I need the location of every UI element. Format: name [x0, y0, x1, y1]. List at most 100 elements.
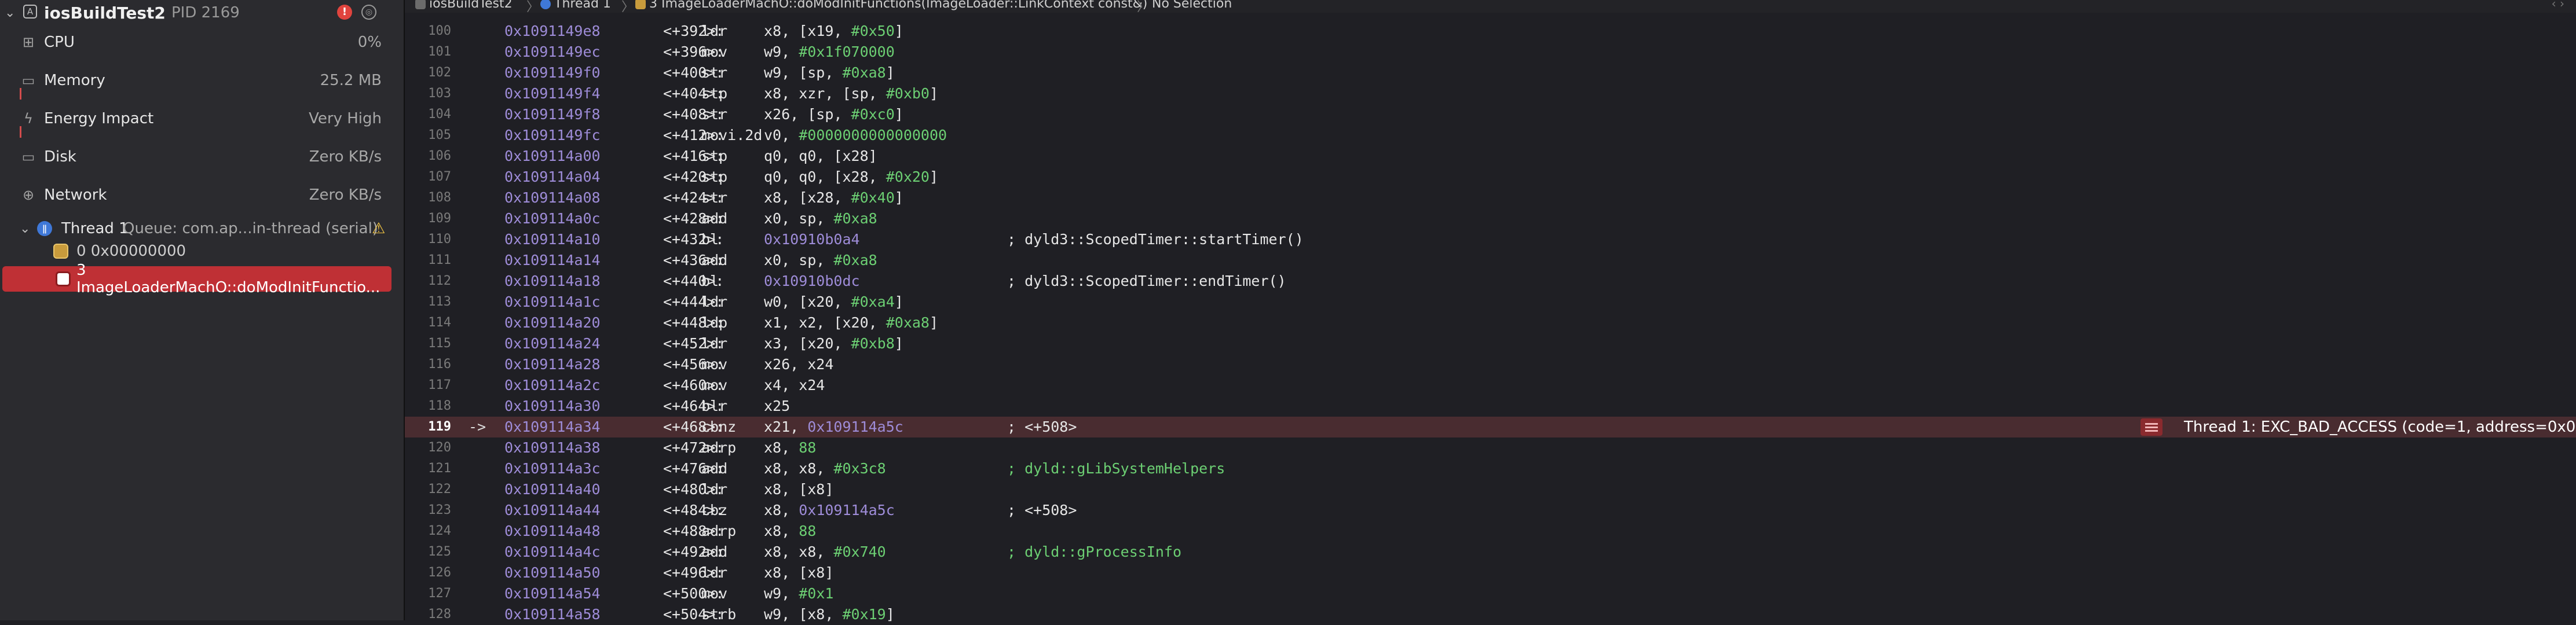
- process-row[interactable]: ⌄ A iosBuildTest2 PID 2169 ! ◎: [0, 1, 404, 24]
- gauge-value: 25.2 MB: [320, 72, 382, 89]
- network-icon: ⊕: [22, 187, 35, 203]
- instruction-address: 0x109114a18: [504, 273, 601, 289]
- operand-part: #0x3c8: [833, 460, 886, 477]
- operand-part: q0, q0, [x28,: [764, 168, 886, 185]
- disassembly-line[interactable]: 102 0x1091149f0 <+400>: str w9, [sp, #0xa8]: [405, 62, 2576, 83]
- instruction-address: 0x1091149ec: [504, 43, 601, 60]
- instruction-operands: 0x10910b0a4: [764, 229, 860, 250]
- disassembly-line[interactable]: 107 0x109114a04 <+420>: stp q0, q0, [x28, #0…: [405, 167, 2576, 188]
- jumpbar-nav-arrows-icon[interactable]: ‹ ›: [2552, 0, 2564, 10]
- disassembly-line[interactable]: 118 0x109114a30 <+464>: blr x25: [405, 396, 2576, 417]
- instruction-operands: q0, q0, [x28]: [764, 146, 877, 167]
- operand-part: #0xb8: [851, 335, 895, 352]
- jumpbar-label: Thread 1: [554, 0, 611, 11]
- error-badge-icon[interactable]: !: [337, 5, 352, 20]
- jumpbar-label: 3 ImageLoaderMachO::doModInitFunctions(I…: [649, 0, 1148, 11]
- disassembly-line[interactable]: 105 0x1091149fc <+412>: movi.2d v0, #0000000…: [405, 125, 2576, 146]
- operand-part: ]: [929, 168, 939, 185]
- exception-badge-icon[interactable]: [2140, 418, 2162, 436]
- operand-part: ]: [885, 64, 895, 81]
- disassembly-line[interactable]: 114 0x109114a20 <+448>: ldp x1, x2, [x20, #0…: [405, 312, 2576, 333]
- disassembly-line[interactable]: 124 0x109114a48 <+488>: adrp x8, 88: [405, 521, 2576, 542]
- operand-part: x8,: [764, 439, 799, 456]
- operand-part: x26, x24: [764, 356, 834, 373]
- instruction-mnemonic: add: [701, 252, 728, 269]
- jumpbar-item-thread[interactable]: Thread 1: [540, 0, 611, 11]
- instruction-mnemonic: ldr: [701, 23, 728, 39]
- instruction-mnemonic: str: [701, 64, 728, 81]
- chevron-down-icon[interactable]: ⌄: [5, 6, 15, 20]
- instruction-address: 0x109114a2c: [504, 377, 601, 394]
- instruction-mnemonic: mov: [701, 585, 728, 602]
- instruction-operands: x26, [sp, #0xc0]: [764, 104, 903, 125]
- instruction-mnemonic: str: [701, 189, 728, 206]
- disassembly-line[interactable]: 128 0x109114a58 <+504>: strb w9, [x8, #0x19]: [405, 604, 2576, 625]
- disassembly-line[interactable]: 121 0x109114a3c <+476>: add x8, x8, #0x3c8; …: [405, 458, 2576, 479]
- instruction-address: 0x109114a20: [504, 314, 601, 331]
- disassembly-line[interactable]: 120 0x109114a38 <+472>: adrp x8, 88: [405, 438, 2576, 458]
- disassembly-line[interactable]: 116 0x109114a28 <+456>: mov x26, x24: [405, 354, 2576, 375]
- instruction-address: 0x109114a24: [504, 335, 601, 352]
- thread-icon: [540, 0, 551, 9]
- disassembly-line[interactable]: 112 0x109114a18 <+440>: bl 0x10910b0dc; dyld…: [405, 271, 2576, 292]
- operand-part: x26, [sp,: [764, 106, 851, 123]
- instruction-mnemonic: add: [701, 210, 728, 227]
- jumpbar-label: iosBuildTest2: [429, 0, 513, 11]
- line-number: 113: [428, 295, 451, 309]
- instruction-address: 0x109114a40: [504, 481, 601, 498]
- gauge-network[interactable]: ⊕ Network Zero KB/s: [0, 179, 404, 211]
- line-number: 108: [428, 190, 451, 205]
- line-number: 128: [428, 607, 451, 622]
- instruction-mnemonic: adrp: [701, 523, 737, 539]
- disassembly-line[interactable]: 101 0x1091149ec <+396>: mov w9, #0x1f070000: [405, 42, 2576, 62]
- disassembly-line[interactable]: 100 0x1091149e8 <+392>: ldr x8, [x19, #0x50]: [405, 21, 2576, 42]
- instruction-operands: x8, [x19, #0x50]: [764, 21, 903, 42]
- gauge-cpu[interactable]: ⊞ CPU 0%: [0, 27, 404, 58]
- disassembly-line[interactable]: 103 0x1091149f4 <+404>: stp x8, xzr, [sp, #0…: [405, 83, 2576, 104]
- gauge-disk[interactable]: ▭ Disk Zero KB/s: [0, 141, 404, 172]
- operand-part: x8, [x28,: [764, 189, 851, 206]
- gauge-energy[interactable]: ϟ Energy Impact Very High: [0, 103, 404, 138]
- exception-message: Thread 1: EXC_BAD_ACCESS (code=1, addres…: [2184, 418, 2576, 436]
- gauge-memory[interactable]: ▭ Memory 25.2 MB: [0, 65, 404, 100]
- operand-part: x8, [x8]: [764, 481, 834, 498]
- disassembly-line[interactable]: 122 0x109114a40 <+480>: ldr x8, [x8]: [405, 479, 2576, 500]
- disassembly-line[interactable]: 108 0x109114a08 <+424>: str x8, [x28, #0x40]: [405, 188, 2576, 208]
- instruction-comment: ; dyld::gProcessInfo: [1007, 543, 1182, 560]
- disassembly-line[interactable]: 127 0x109114a54 <+500>: mov w9, #0x1: [405, 583, 2576, 604]
- disassembly-line[interactable]: 123 0x109114a44 <+484>: cbz x8, 0x109114a5c;…: [405, 500, 2576, 521]
- current-instruction-line[interactable]: 119 -> 0x109114a34 <+468>: cbnz x21, 0x109114…: [405, 417, 2576, 438]
- disassembly-line[interactable]: 125 0x109114a4c <+492>: add x8, x8, #0x740; …: [405, 542, 2576, 562]
- disassembly-line[interactable]: 104 0x1091149f8 <+408>: str x26, [sp, #0xc0]: [405, 104, 2576, 125]
- operand-part: #0xb0: [885, 85, 930, 102]
- disassembly-line[interactable]: 113 0x109114a1c <+444>: ldr w0, [x20, #0xa4]: [405, 292, 2576, 312]
- disassembly-view[interactable]: 100 0x1091149e8 <+392>: ldr x8, [x19, #0x50]…: [405, 21, 2576, 623]
- stack-frame-row[interactable]: 0 0x00000000: [0, 238, 404, 264]
- jumpbar-item-project[interactable]: iosBuildTest2: [415, 0, 513, 11]
- operand-part: #0x50: [851, 23, 895, 39]
- stack-frame-row[interactable]: 3 ImageLoaderMachO::doModInitFunctio...: [2, 262, 391, 296]
- operand-part: 0x10910b0dc: [764, 273, 860, 289]
- gauge-value: Zero KB/s: [309, 148, 382, 166]
- disassembly-line[interactable]: 117 0x109114a2c <+460>: mov x4, x24: [405, 375, 2576, 396]
- user-frame-icon: [56, 271, 71, 286]
- line-number: 119: [428, 420, 451, 434]
- jumpbar-item-frame[interactable]: 3 ImageLoaderMachO::doModInitFunctions(I…: [635, 0, 1147, 11]
- disassembly-line[interactable]: 115 0x109114a24 <+452>: ldr x3, [x20, #0xb8]: [405, 333, 2576, 354]
- operand-part: ]: [929, 85, 939, 102]
- jumpbar-item-selection[interactable]: No Selection: [1152, 0, 1232, 11]
- disassembly-line[interactable]: 110 0x109114a10 <+432>: bl 0x10910b0a4; dyld…: [405, 229, 2576, 250]
- instruction-address: 0x109114a14: [504, 252, 601, 269]
- disassembly-line[interactable]: 106 0x109114a00 <+416>: stp q0, q0, [x28]: [405, 146, 2576, 167]
- operand-part: ]: [894, 189, 903, 206]
- disassembly-line[interactable]: 109 0x109114a0c <+428>: add x0, sp, #0xa8: [405, 208, 2576, 229]
- disassembly-line[interactable]: 126 0x109114a50 <+496>: ldr x8, [x8]: [405, 562, 2576, 583]
- disassembly-line[interactable]: 111 0x109114a14 <+436>: add x0, sp, #0xa8: [405, 250, 2576, 271]
- process-control-icon[interactable]: ◎: [361, 5, 376, 20]
- disk-icon: ▭: [21, 149, 35, 165]
- instruction-address: 0x1091149f4: [504, 85, 601, 102]
- instruction-mnemonic: ldr: [701, 564, 728, 581]
- chevron-down-icon[interactable]: ⌄: [20, 222, 30, 236]
- instruction-operands: x8, [x28, #0x40]: [764, 188, 903, 208]
- instruction-address: 0x109114a4c: [504, 543, 601, 560]
